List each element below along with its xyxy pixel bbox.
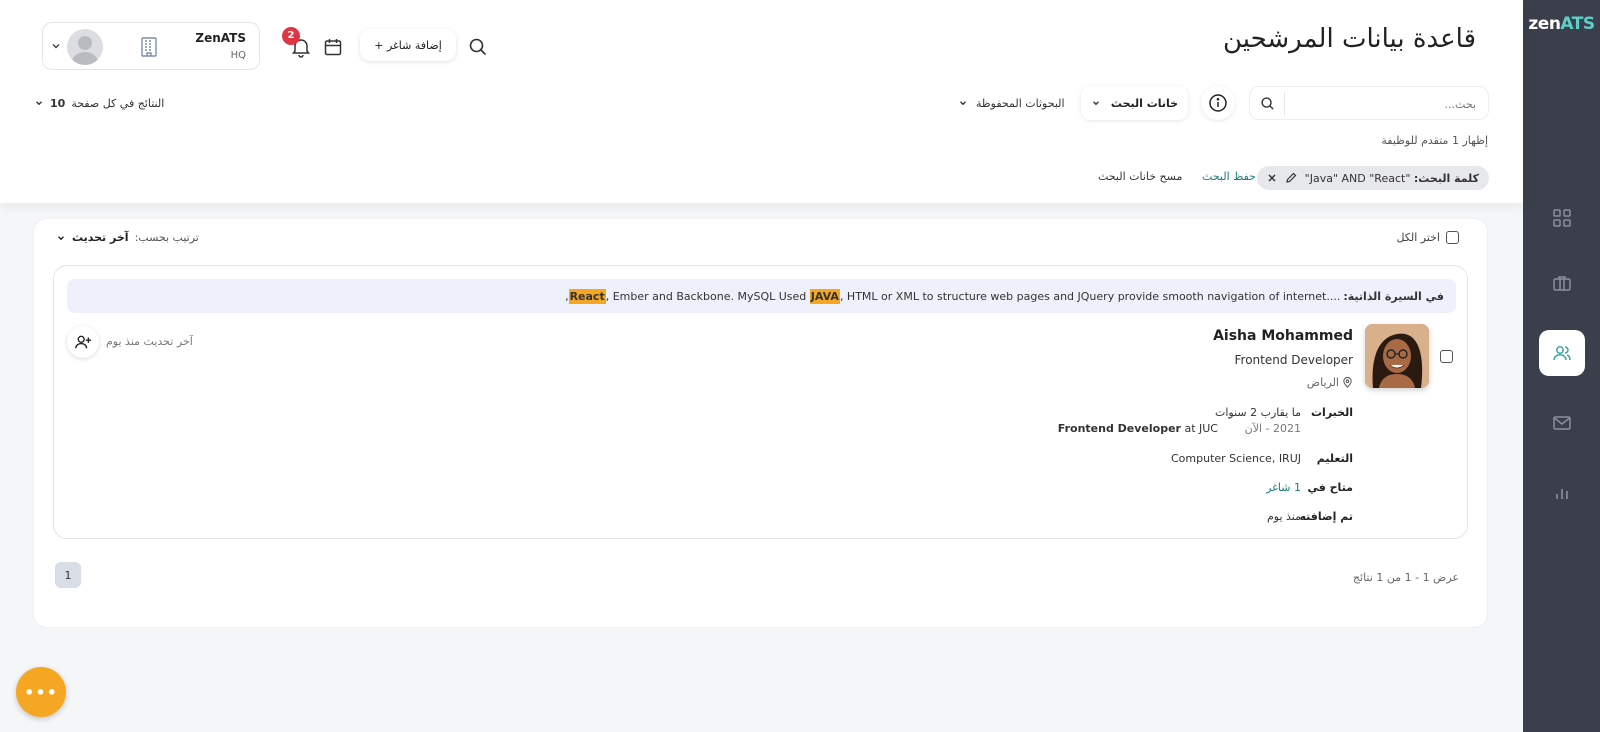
- sort-value: آخر تحديث: [72, 231, 129, 244]
- keyword-chip: كلمة البحث: "Java" AND "React": [1256, 166, 1489, 190]
- candidate-location: الرياض: [1307, 376, 1353, 389]
- experience-label: الخبرات: [1311, 406, 1353, 419]
- candidate-checkbox[interactable]: [1440, 350, 1453, 363]
- results-count-text: إظهار 1 متقدم للوظيفة: [1381, 134, 1488, 147]
- page-button-1[interactable]: 1: [55, 562, 81, 588]
- org-switcher[interactable]: ZenATS HQ: [42, 22, 260, 70]
- search-input[interactable]: [1286, 94, 1476, 114]
- users-icon: [1553, 346, 1571, 361]
- sort-label: ترتيب بحسب:: [134, 231, 199, 244]
- experience-period: 2021 - الآن: [1244, 422, 1301, 435]
- sidebar: zenATS: [1523, 0, 1600, 732]
- select-all[interactable]: اختر الكل: [1396, 231, 1459, 244]
- chevron-down-icon: [36, 101, 42, 106]
- resume-snippet: في السيرة الذاتية: ,React, Ember and Bac…: [67, 279, 1456, 313]
- search-fields-button[interactable]: خانات البحث: [1081, 86, 1188, 120]
- add-vacancy-button[interactable]: + إضافة شاغر: [360, 29, 456, 61]
- keyword-label: كلمة البحث:: [1413, 171, 1479, 185]
- briefcase-icon: [1553, 276, 1571, 291]
- available-label: متاح في: [1307, 481, 1353, 494]
- building-icon: [141, 37, 157, 57]
- candidate-name[interactable]: Aisha Mohammed: [1213, 328, 1353, 344]
- pencil-icon[interactable]: [1285, 172, 1297, 184]
- education-value: Computer Science, IRUJ: [1171, 452, 1301, 465]
- add-to-vacancy-button[interactable]: [67, 326, 99, 358]
- sort-dropdown[interactable]: ترتيب بحسب: آخر تحديث: [56, 231, 199, 244]
- candidate-title: Frontend Developer: [1234, 353, 1354, 367]
- per-page-select[interactable]: النتائج في كل صفحة 10: [34, 94, 164, 112]
- select-all-checkbox[interactable]: [1446, 231, 1459, 244]
- available-value[interactable]: 1 شاغر: [1266, 481, 1301, 494]
- calendar-icon[interactable]: [323, 37, 343, 57]
- chevron-down-icon: [960, 101, 966, 106]
- search-box: [1249, 86, 1489, 120]
- save-search-link[interactable]: حفظ البحث: [1202, 170, 1256, 183]
- bar-chart-icon: [1556, 489, 1568, 499]
- snippet-label: في السيرة الذاتية:: [1343, 289, 1444, 303]
- search-icon[interactable]: [1260, 96, 1275, 111]
- sidebar-item-reports[interactable]: [1539, 470, 1585, 516]
- experience-duration: ما يقارب 2 سنوات: [1214, 406, 1301, 419]
- org-name: ZenATS: [195, 31, 246, 45]
- search-divider: [1284, 92, 1285, 116]
- sidebar-item-candidates[interactable]: [1539, 330, 1585, 376]
- chevron-down-icon: [52, 43, 60, 49]
- per-page-label: النتائج في كل صفحة: [71, 96, 165, 110]
- clear-search-fields-link[interactable]: مسح خانات البحث: [1098, 170, 1182, 183]
- chevron-down-icon: [1092, 101, 1099, 106]
- info-icon: [1209, 94, 1227, 112]
- location-pin-icon: [1343, 377, 1352, 388]
- page-title: قاعدة بيانات المرشحين: [1222, 24, 1476, 54]
- add-user-icon: [75, 335, 92, 349]
- saved-searches-dropdown[interactable]: البحوثات المحفوظة: [958, 94, 1065, 112]
- added-value: منذ يوم: [1266, 510, 1301, 523]
- search-icon[interactable]: [468, 37, 488, 57]
- sidebar-item-dashboard[interactable]: [1539, 195, 1585, 241]
- keyword-value: "Java" AND "React": [1304, 171, 1411, 185]
- per-page-value: 10: [50, 96, 66, 110]
- select-all-label: اختر الكل: [1396, 231, 1440, 244]
- floating-menu-button[interactable]: •••: [16, 667, 66, 717]
- sidebar-item-jobs[interactable]: [1539, 260, 1585, 306]
- education-label: التعليم: [1316, 452, 1353, 465]
- candidates-panel: اختر الكل ترتيب بحسب: آخر تحديث في السير…: [33, 218, 1488, 628]
- pagination-info: عرض 1 - 1 من 1 نتائج: [1352, 571, 1459, 584]
- experience-role: Frontend Developer at JUC: [1057, 422, 1218, 435]
- mail-icon: [1553, 416, 1571, 430]
- snippet-text: ,React, Ember and Backbone. MySQL Used J…: [565, 288, 1341, 304]
- notification-badge: 2: [282, 27, 300, 45]
- avatar: [67, 29, 103, 65]
- app-logo[interactable]: zenATS: [1523, 14, 1600, 34]
- close-icon[interactable]: [1267, 173, 1277, 183]
- info-button[interactable]: [1201, 86, 1235, 120]
- last-update-text: آخر تحديث منذ يوم: [106, 335, 193, 348]
- saved-searches-label: البحوثات المحفوظة: [976, 96, 1065, 110]
- grid-icon: [1553, 209, 1571, 227]
- sidebar-item-messages[interactable]: [1539, 400, 1585, 446]
- search-fields-label: خانات البحث: [1110, 96, 1179, 110]
- page-header: قاعدة بيانات المرشحين ZenATS HQ 2 + إضاف…: [0, 0, 1523, 203]
- org-branch: HQ: [230, 50, 246, 61]
- chevron-down-icon: [58, 235, 64, 240]
- candidate-photo[interactable]: [1365, 324, 1429, 388]
- added-label: تم إضافته: [1299, 510, 1353, 523]
- candidate-card[interactable]: في السيرة الذاتية: ,React, Ember and Bac…: [53, 265, 1468, 539]
